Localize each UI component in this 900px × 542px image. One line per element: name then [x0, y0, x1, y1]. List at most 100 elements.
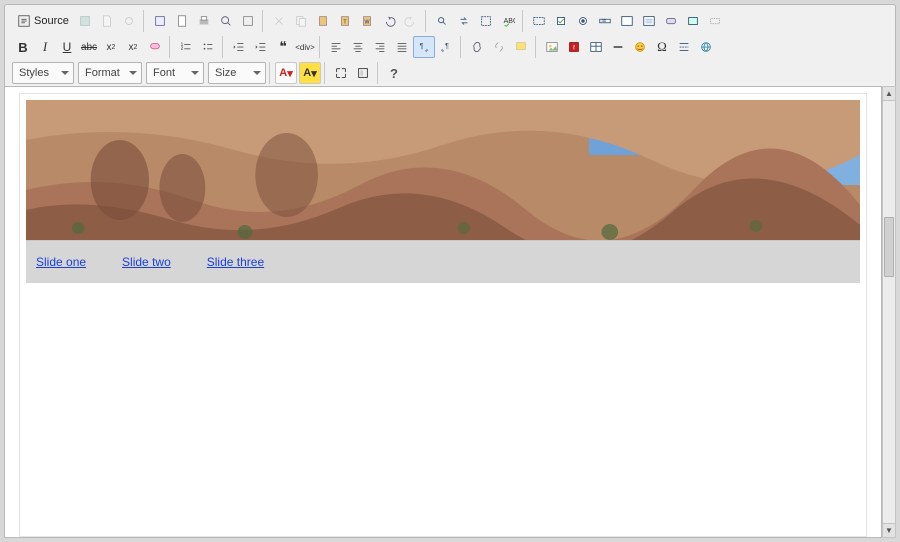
bgcolor-button[interactable]: A▾	[299, 62, 321, 84]
copy-button[interactable]	[290, 10, 312, 32]
imagebutton-icon	[686, 14, 700, 28]
align-right-button[interactable]	[369, 36, 391, 58]
format-combo[interactable]: Format	[78, 62, 142, 84]
align-center-button[interactable]	[347, 36, 369, 58]
source-icon	[17, 14, 31, 28]
unlink-button[interactable]	[488, 36, 510, 58]
select-button[interactable]	[638, 10, 660, 32]
outdent-button[interactable]	[228, 36, 250, 58]
specialchar-button[interactable]: Ω	[651, 36, 673, 58]
bold-button[interactable]: B	[12, 36, 34, 58]
styles-combo[interactable]: Styles	[12, 62, 74, 84]
table-button[interactable]	[585, 36, 607, 58]
replace-button[interactable]	[453, 10, 475, 32]
paste-word-icon: W	[360, 14, 374, 28]
slide-image[interactable]	[26, 100, 860, 240]
templates-icon	[153, 14, 167, 28]
button-button[interactable]	[660, 10, 682, 32]
textarea-button[interactable]	[616, 10, 638, 32]
maximize-button[interactable]	[330, 62, 352, 84]
imagebutton-button[interactable]	[682, 10, 704, 32]
form-icon	[532, 14, 546, 28]
align-justify-button[interactable]	[391, 36, 413, 58]
indent-button[interactable]	[250, 36, 272, 58]
source-button[interactable]: Source	[12, 10, 74, 32]
strike-button[interactable]: abc	[78, 36, 100, 58]
save-button[interactable]	[74, 10, 96, 32]
link-button[interactable]	[466, 36, 488, 58]
hr-button[interactable]	[607, 36, 629, 58]
textfield-button[interactable]: ab	[594, 10, 616, 32]
blockquote-button[interactable]: ❝	[272, 36, 294, 58]
scroll-up-arrow[interactable]: ▲	[883, 87, 895, 101]
flash-button[interactable]: f	[563, 36, 585, 58]
svg-text:¶: ¶	[420, 43, 424, 50]
svg-text:f: f	[573, 45, 575, 52]
creatediv-button[interactable]: <div>	[294, 36, 316, 58]
smiley-icon	[633, 40, 647, 54]
subscript-button[interactable]: x2	[100, 36, 122, 58]
showblocks-button[interactable]	[352, 62, 374, 84]
underline-button[interactable]: U	[56, 36, 78, 58]
image-icon	[545, 40, 559, 54]
form-button[interactable]	[528, 10, 550, 32]
print-button[interactable]	[193, 10, 215, 32]
preview2-button[interactable]	[215, 10, 237, 32]
font-combo[interactable]: Font	[146, 62, 204, 84]
checkbox-button[interactable]	[550, 10, 572, 32]
smiley-button[interactable]	[629, 36, 651, 58]
slide-link-2[interactable]: Slide two	[122, 255, 171, 269]
bulletlist-button[interactable]	[197, 36, 219, 58]
about-button[interactable]: ?	[383, 62, 405, 84]
editor-body[interactable]: Slide one Slide two Slide three	[19, 93, 867, 537]
hiddenfield-button[interactable]	[704, 10, 726, 32]
paste-text-button[interactable]: T	[334, 10, 356, 32]
checkdoc-icon	[241, 14, 255, 28]
textcolor-label: A	[279, 67, 287, 79]
paste-button[interactable]	[312, 10, 334, 32]
ltr-button[interactable]: ¶	[413, 36, 435, 58]
vertical-scrollbar[interactable]: ▲ ▼	[882, 86, 896, 538]
size-combo[interactable]: Size	[208, 62, 266, 84]
preview-icon	[122, 14, 136, 28]
align-left-button[interactable]	[325, 36, 347, 58]
numberlist-button[interactable]: 12	[175, 36, 197, 58]
scroll-down-arrow[interactable]: ▼	[883, 523, 895, 537]
spellcheck-button[interactable]: ABC	[497, 10, 519, 32]
superscript-button[interactable]: x2	[122, 36, 144, 58]
image-button[interactable]	[541, 36, 563, 58]
templates-button[interactable]	[149, 10, 171, 32]
maximize-icon	[334, 66, 348, 80]
copy-icon	[294, 14, 308, 28]
newpage-button[interactable]	[96, 10, 118, 32]
showblocks-icon	[356, 66, 370, 80]
align-right-icon	[373, 40, 387, 54]
italic-button[interactable]: I	[34, 36, 56, 58]
pagebreak-button[interactable]	[673, 36, 695, 58]
selectall-button[interactable]	[475, 10, 497, 32]
slide-link-1[interactable]: Slide one	[36, 255, 86, 269]
iframe-button[interactable]	[695, 36, 717, 58]
scroll-thumb[interactable]	[884, 217, 894, 277]
redo-button[interactable]	[400, 10, 422, 32]
preview-button[interactable]	[118, 10, 140, 32]
find-button[interactable]	[431, 10, 453, 32]
paste-word-button[interactable]: W	[356, 10, 378, 32]
radio-button[interactable]	[572, 10, 594, 32]
anchor-button[interactable]	[510, 36, 532, 58]
docprops-icon	[175, 14, 189, 28]
size-label: Size	[215, 67, 236, 79]
cut-button[interactable]	[268, 10, 290, 32]
paste-icon	[316, 14, 330, 28]
checkdoc-button[interactable]	[237, 10, 259, 32]
slide-link-3[interactable]: Slide three	[207, 255, 264, 269]
editor-content-frame[interactable]: Slide one Slide two Slide three	[4, 86, 882, 538]
docprops-button[interactable]	[171, 10, 193, 32]
textfield-icon: ab	[598, 14, 612, 28]
rtl-button[interactable]: ¶	[435, 36, 457, 58]
textcolor-button[interactable]: A▾	[275, 62, 297, 84]
replace-icon	[457, 14, 471, 28]
toolbar-row-2: B I U abc x2 x2 12 ❝ <div>	[9, 34, 891, 60]
removeformat-button[interactable]	[144, 36, 166, 58]
undo-button[interactable]	[378, 10, 400, 32]
